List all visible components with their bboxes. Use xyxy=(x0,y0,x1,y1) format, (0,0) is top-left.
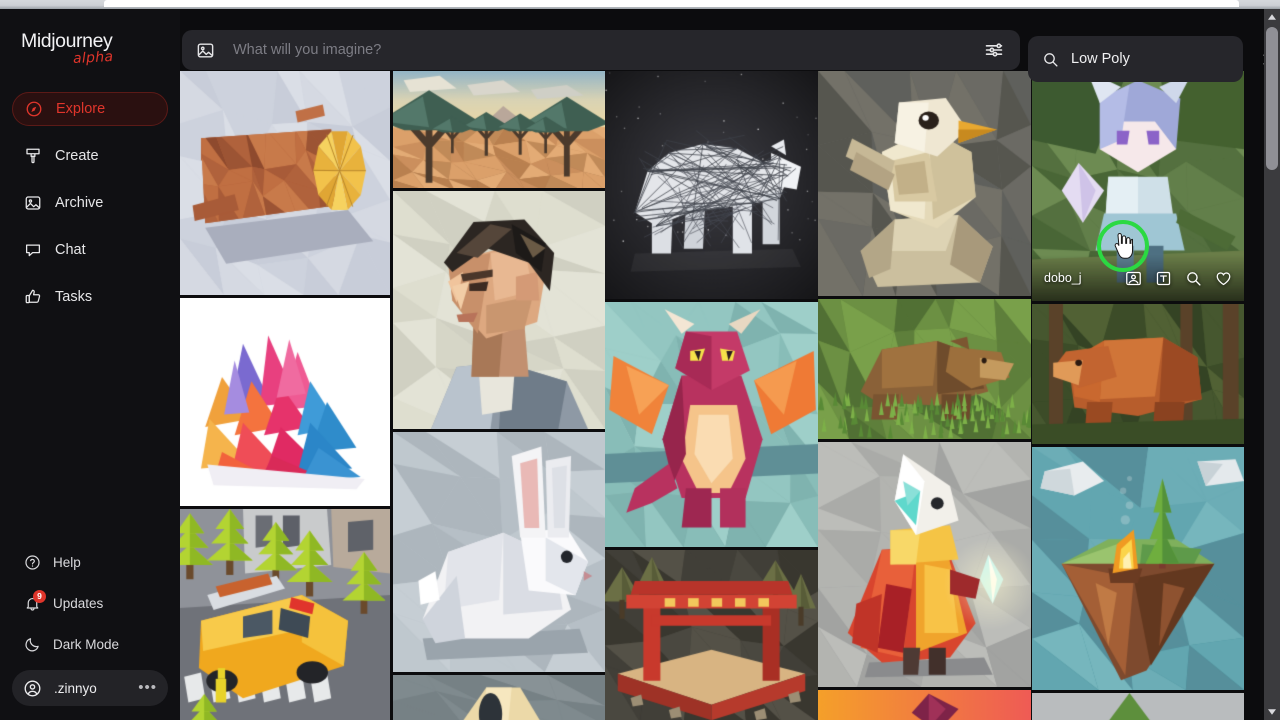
gallery-image xyxy=(393,675,605,720)
prompt-settings-button[interactable] xyxy=(981,37,1007,63)
sidebar-item-help[interactable]: Help xyxy=(12,547,168,577)
paintbrush-icon xyxy=(23,147,42,166)
moon-icon xyxy=(23,635,41,653)
gallery-image xyxy=(605,302,818,547)
gallery-column: dobo_j xyxy=(1032,71,1244,720)
gallery-image-tile[interactable] xyxy=(180,509,390,720)
search-input[interactable] xyxy=(1071,51,1258,67)
prompt-bar[interactable] xyxy=(182,30,1020,70)
image-upload-icon[interactable] xyxy=(195,40,215,60)
zoom-search-icon[interactable] xyxy=(1184,269,1202,287)
gallery-column xyxy=(605,71,818,720)
gallery-image xyxy=(605,550,818,720)
gallery-image-tile[interactable] xyxy=(605,302,818,547)
gallery-image-tile[interactable] xyxy=(605,71,818,299)
text-prompt-icon[interactable] xyxy=(1154,269,1172,287)
gallery-column xyxy=(393,71,605,720)
image-author-name[interactable]: dobo_j xyxy=(1044,271,1112,285)
sidebar-item-create[interactable]: Create xyxy=(12,139,168,173)
sidebar-item-label: Archive xyxy=(55,195,104,211)
scrollbar-thumb[interactable] xyxy=(1266,27,1278,170)
sidebar-item-label: Dark Mode xyxy=(53,636,120,652)
sidebar-item-label: Explore xyxy=(56,101,106,117)
favorite-heart-icon[interactable] xyxy=(1214,269,1232,287)
sidebar-item-chat[interactable]: Chat xyxy=(12,233,168,267)
sidebar-item-label: Chat xyxy=(55,242,86,258)
updates-badge: 9 xyxy=(33,590,46,603)
gallery-image xyxy=(393,191,605,429)
scrollbar-down-arrow[interactable] xyxy=(1264,704,1280,720)
sidebar-item-dark-mode[interactable]: Dark Mode xyxy=(12,629,168,659)
search-icon xyxy=(1041,50,1059,68)
sidebar-item-label: Help xyxy=(53,554,81,570)
gallery-image xyxy=(180,509,390,720)
gallery-image-tile[interactable] xyxy=(1032,304,1244,444)
sidebar-nav: Explore Create Archive Chat Tasks xyxy=(0,92,180,327)
midjourney-app: Midjourney alpha Explore Create Archive … xyxy=(0,9,1280,720)
brand-alpha-tag: alpha xyxy=(72,48,114,68)
sidebar-item-tasks[interactable]: Tasks xyxy=(12,280,168,314)
gallery-image xyxy=(393,71,605,188)
sidebar-item-label: Create xyxy=(55,148,99,164)
gallery-image-tile[interactable] xyxy=(1032,447,1244,690)
gallery-image xyxy=(1032,447,1244,690)
gallery-image xyxy=(1032,304,1244,444)
gallery-image-tile[interactable] xyxy=(605,550,818,720)
browser-chrome xyxy=(0,0,1280,9)
sidebar-item-label: Tasks xyxy=(55,289,93,305)
gallery-image xyxy=(818,690,1031,720)
gallery-image xyxy=(818,299,1031,439)
image-icon xyxy=(23,194,42,213)
prompt-input[interactable] xyxy=(233,42,981,58)
sidebar-footer: Help 9 Updates Dark Mode .zinnyo ••• xyxy=(0,547,180,706)
gallery-image-tile[interactable] xyxy=(818,690,1031,720)
gallery-image-tile[interactable]: dobo_j xyxy=(1032,71,1244,301)
gallery-image xyxy=(393,432,605,672)
gallery-column xyxy=(818,71,1031,720)
gallery-image xyxy=(605,71,818,299)
scrollbar-up-arrow[interactable] xyxy=(1264,9,1280,25)
sidebar-item-explore[interactable]: Explore xyxy=(12,92,168,126)
gallery-image-tile[interactable] xyxy=(180,298,390,506)
gallery-image-tile[interactable] xyxy=(393,191,605,429)
gallery-image xyxy=(818,71,1031,296)
compass-icon xyxy=(24,100,43,119)
gallery-image-tile[interactable] xyxy=(393,71,605,188)
image-hover-overlay: dobo_j xyxy=(1032,255,1244,301)
image-gallery[interactable]: dobo_j xyxy=(180,9,1260,720)
gallery-image xyxy=(818,442,1031,687)
sidebar: Midjourney alpha Explore Create Archive … xyxy=(0,9,180,720)
gallery-image-tile[interactable] xyxy=(818,299,1031,439)
brand-logo: Midjourney alpha xyxy=(21,30,114,67)
browser-tab-strip xyxy=(104,0,1239,7)
sidebar-item-updates[interactable]: 9 Updates xyxy=(12,588,168,618)
question-circle-icon xyxy=(23,553,41,571)
thumbs-up-icon xyxy=(23,288,42,307)
user-account-button[interactable]: .zinnyo ••• xyxy=(12,670,168,706)
user-circle-icon xyxy=(23,679,42,698)
sidebar-item-label: Updates xyxy=(53,595,104,611)
user-name: .zinnyo xyxy=(54,680,97,696)
gallery-image xyxy=(180,298,390,506)
vertical-scrollbar[interactable] xyxy=(1264,9,1280,720)
image-variation-icon[interactable] xyxy=(1124,269,1142,287)
gallery-image-tile[interactable] xyxy=(393,432,605,672)
gallery-image xyxy=(180,71,390,295)
gallery-image-tile[interactable] xyxy=(818,71,1031,296)
chat-bubble-icon xyxy=(23,241,42,260)
gallery-image-tile[interactable] xyxy=(818,442,1031,687)
gallery-image-tile[interactable] xyxy=(393,675,605,720)
gallery-image-tile[interactable] xyxy=(1032,693,1244,720)
brand-name: Midjourney xyxy=(21,30,113,52)
gallery-column xyxy=(180,71,390,720)
gallery-image xyxy=(1032,693,1244,720)
sidebar-item-archive[interactable]: Archive xyxy=(12,186,168,220)
search-bar[interactable] xyxy=(1028,36,1273,82)
user-more-button[interactable]: ••• xyxy=(138,680,157,695)
gallery-image-tile[interactable] xyxy=(180,71,390,295)
